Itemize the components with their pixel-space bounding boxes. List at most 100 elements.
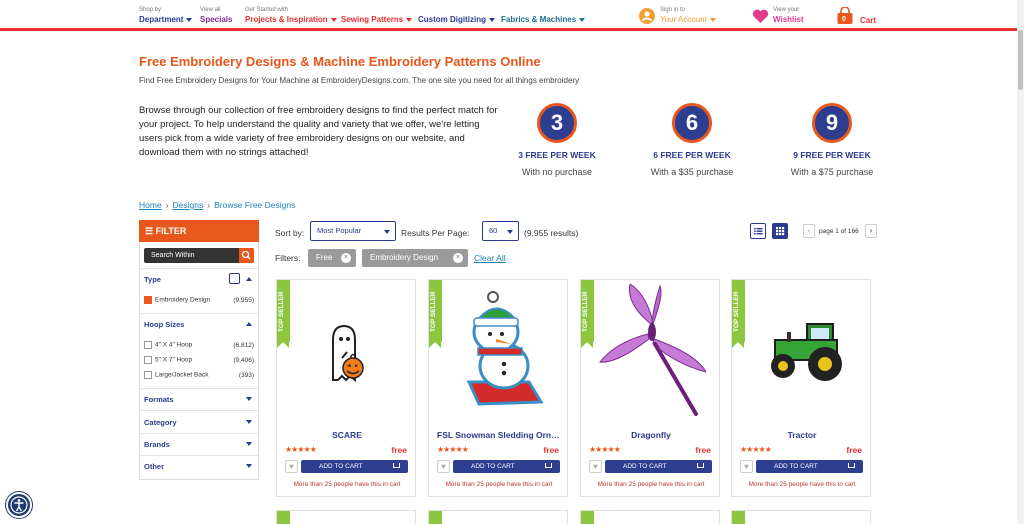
facet-category[interactable]: Category bbox=[144, 418, 254, 427]
product-name[interactable]: FSL Snowman Sledding Ornament bbox=[429, 430, 569, 440]
per-page-select[interactable]: 60 bbox=[482, 221, 519, 241]
product-image[interactable] bbox=[747, 284, 857, 419]
product-card[interactable]: TOP SELLER SCARE ★★★★★ free ♥ ADD TO CAR… bbox=[276, 279, 416, 497]
rating-stars: ★★★★★ bbox=[740, 445, 772, 454]
add-to-cart-button[interactable]: ADD TO CART bbox=[756, 460, 863, 473]
option-4x4-hoop[interactable]: 4" X 4" Hoop (6,812) bbox=[144, 341, 254, 349]
facet-formats-label: Formats bbox=[144, 395, 174, 404]
checkbox[interactable] bbox=[144, 371, 152, 379]
product-image[interactable] bbox=[596, 283, 708, 419]
product-name[interactable]: Dragonfly bbox=[581, 430, 721, 440]
chip-label: Embroidery Design bbox=[370, 253, 439, 262]
product-image[interactable] bbox=[444, 284, 554, 419]
snowman-ornament-image bbox=[466, 291, 544, 406]
specials-label: Specials bbox=[200, 15, 233, 24]
promo-title: 6 FREE PER WEEK bbox=[653, 150, 731, 160]
filter-menu-icon: ☰ bbox=[145, 226, 154, 236]
facet-formats[interactable]: Formats bbox=[144, 395, 254, 404]
option-label: 5" X 7" Hoop bbox=[155, 356, 193, 364]
product-card[interactable]: TOP SELLER Dragonfly ★★★★★ free ♥ ADD TO… bbox=[580, 279, 720, 497]
product-card-partial[interactable] bbox=[276, 510, 416, 524]
close-icon[interactable]: × bbox=[341, 253, 351, 263]
promo-title: 3 FREE PER WEEK bbox=[518, 150, 596, 160]
breadcrumb-designs[interactable]: Designs bbox=[173, 200, 204, 210]
search-button[interactable] bbox=[239, 248, 254, 263]
chevron-down-icon bbox=[246, 442, 252, 446]
add-to-cart-button[interactable]: ADD TO CART bbox=[301, 460, 408, 473]
chevron-right-icon: › bbox=[207, 200, 211, 210]
option-large-jacket-back[interactable]: Large/Jacket Back (393) bbox=[144, 371, 254, 379]
specials-link[interactable]: View all Specials bbox=[200, 6, 232, 25]
fabrics-machines-menu[interactable]: Fabrics & Machines bbox=[501, 14, 586, 25]
shop-by-department-menu[interactable]: Shop by Department bbox=[139, 6, 193, 25]
option-5x7-hoop[interactable]: 5" X 7" Hoop (9,406) bbox=[144, 356, 254, 364]
option-count: (9,406) bbox=[233, 357, 254, 364]
add-to-cart-button[interactable]: ADD TO CART bbox=[605, 460, 712, 473]
next-page-button[interactable]: › bbox=[865, 224, 877, 238]
checkbox[interactable] bbox=[144, 341, 152, 349]
account-menu[interactable]: Sign in to Your Account bbox=[639, 6, 716, 25]
promo-desc: With a $35 purchase bbox=[650, 167, 734, 177]
list-view-button[interactable] bbox=[750, 223, 766, 239]
clear-all-link[interactable]: Clear All bbox=[474, 253, 506, 263]
grid-view-icon bbox=[776, 227, 785, 236]
filter-chip-embroidery-design[interactable]: Embroidery Design × bbox=[362, 249, 468, 267]
filter-chip-free[interactable]: Free × bbox=[308, 249, 356, 267]
grid-view-button[interactable] bbox=[772, 223, 788, 239]
option-embroidery-design[interactable]: Embroidery Design (9,955) bbox=[144, 296, 254, 304]
facet-other[interactable]: Other bbox=[144, 462, 254, 471]
divider bbox=[139, 388, 259, 389]
price-label: free bbox=[543, 445, 559, 455]
facet-hoop-label: Hoop Sizes bbox=[144, 320, 185, 329]
cart-icon bbox=[697, 463, 704, 468]
product-card-partial[interactable] bbox=[731, 510, 871, 524]
close-icon[interactable]: × bbox=[453, 253, 463, 263]
product-card-partial[interactable] bbox=[428, 510, 568, 524]
rating-stars: ★★★★★ bbox=[589, 445, 621, 454]
projects-menu[interactable]: Get Started with Projects & Inspiration bbox=[245, 6, 337, 25]
search-within-input[interactable]: Search Within bbox=[144, 248, 254, 263]
custom-digitizing-menu[interactable]: Custom Digitizing bbox=[418, 14, 495, 25]
accessibility-button[interactable] bbox=[6, 492, 32, 518]
product-name[interactable]: Tractor bbox=[732, 430, 872, 440]
your-account-label: Your Account bbox=[660, 14, 716, 25]
checkbox-checked[interactable] bbox=[144, 296, 152, 304]
popularity-note: More than 25 people have this in cart bbox=[597, 481, 705, 488]
top-seller-badge: TOP SELLER bbox=[277, 280, 290, 348]
scrollbar-thumb[interactable] bbox=[1018, 30, 1023, 90]
product-name[interactable]: SCARE bbox=[277, 430, 417, 440]
top-seller-badge: TOP SELLER bbox=[581, 280, 594, 348]
sort-select[interactable]: Most Popular bbox=[310, 221, 396, 241]
page-scrollbar[interactable] bbox=[1017, 0, 1024, 524]
wishlist-link[interactable]: View your Wishlist bbox=[752, 6, 804, 25]
breadcrumb-current: Browse Free Designs bbox=[214, 200, 296, 210]
divider bbox=[139, 433, 259, 434]
popularity-note: More than 25 people have this in cart bbox=[293, 481, 401, 488]
price-label: free bbox=[391, 445, 407, 455]
product-card-partial[interactable] bbox=[580, 510, 720, 524]
option-label: Embroidery Design bbox=[155, 296, 211, 304]
account-icon bbox=[639, 8, 655, 24]
divider bbox=[139, 410, 259, 411]
facet-hoop-sizes[interactable]: Hoop Sizes bbox=[144, 320, 254, 329]
sort-toggle-icon[interactable] bbox=[229, 273, 240, 284]
view-your-small-label: View your bbox=[773, 7, 800, 13]
product-card[interactable]: TOP SELLER Tractor ★★★★★ free ♥ ADD TO C… bbox=[731, 279, 871, 497]
wishlist-heart-icon[interactable]: ♥ bbox=[589, 460, 602, 473]
add-to-cart-button[interactable]: ADD TO CART bbox=[453, 460, 560, 473]
price-label: free bbox=[846, 445, 862, 455]
view-all-small-label: View all bbox=[200, 7, 221, 13]
wishlist-heart-icon[interactable]: ♥ bbox=[740, 460, 753, 473]
product-image[interactable] bbox=[292, 284, 402, 419]
prev-page-button[interactable]: ‹ bbox=[803, 224, 815, 238]
chevron-down-icon bbox=[507, 230, 513, 234]
per-page-value: 60 bbox=[489, 226, 498, 235]
checkbox[interactable] bbox=[144, 356, 152, 364]
product-card[interactable]: TOP SELLER FSL Snowman Sledding Ornament… bbox=[428, 279, 569, 497]
sewing-patterns-menu[interactable]: Sewing Patterns bbox=[341, 14, 413, 25]
breadcrumb-home[interactable]: Home bbox=[139, 200, 162, 210]
promo-title: 9 FREE PER WEEK bbox=[793, 150, 871, 160]
wishlist-heart-icon[interactable]: ♥ bbox=[437, 460, 450, 473]
facet-brands[interactable]: Brands bbox=[144, 440, 254, 449]
wishlist-heart-icon[interactable]: ♥ bbox=[285, 460, 298, 473]
